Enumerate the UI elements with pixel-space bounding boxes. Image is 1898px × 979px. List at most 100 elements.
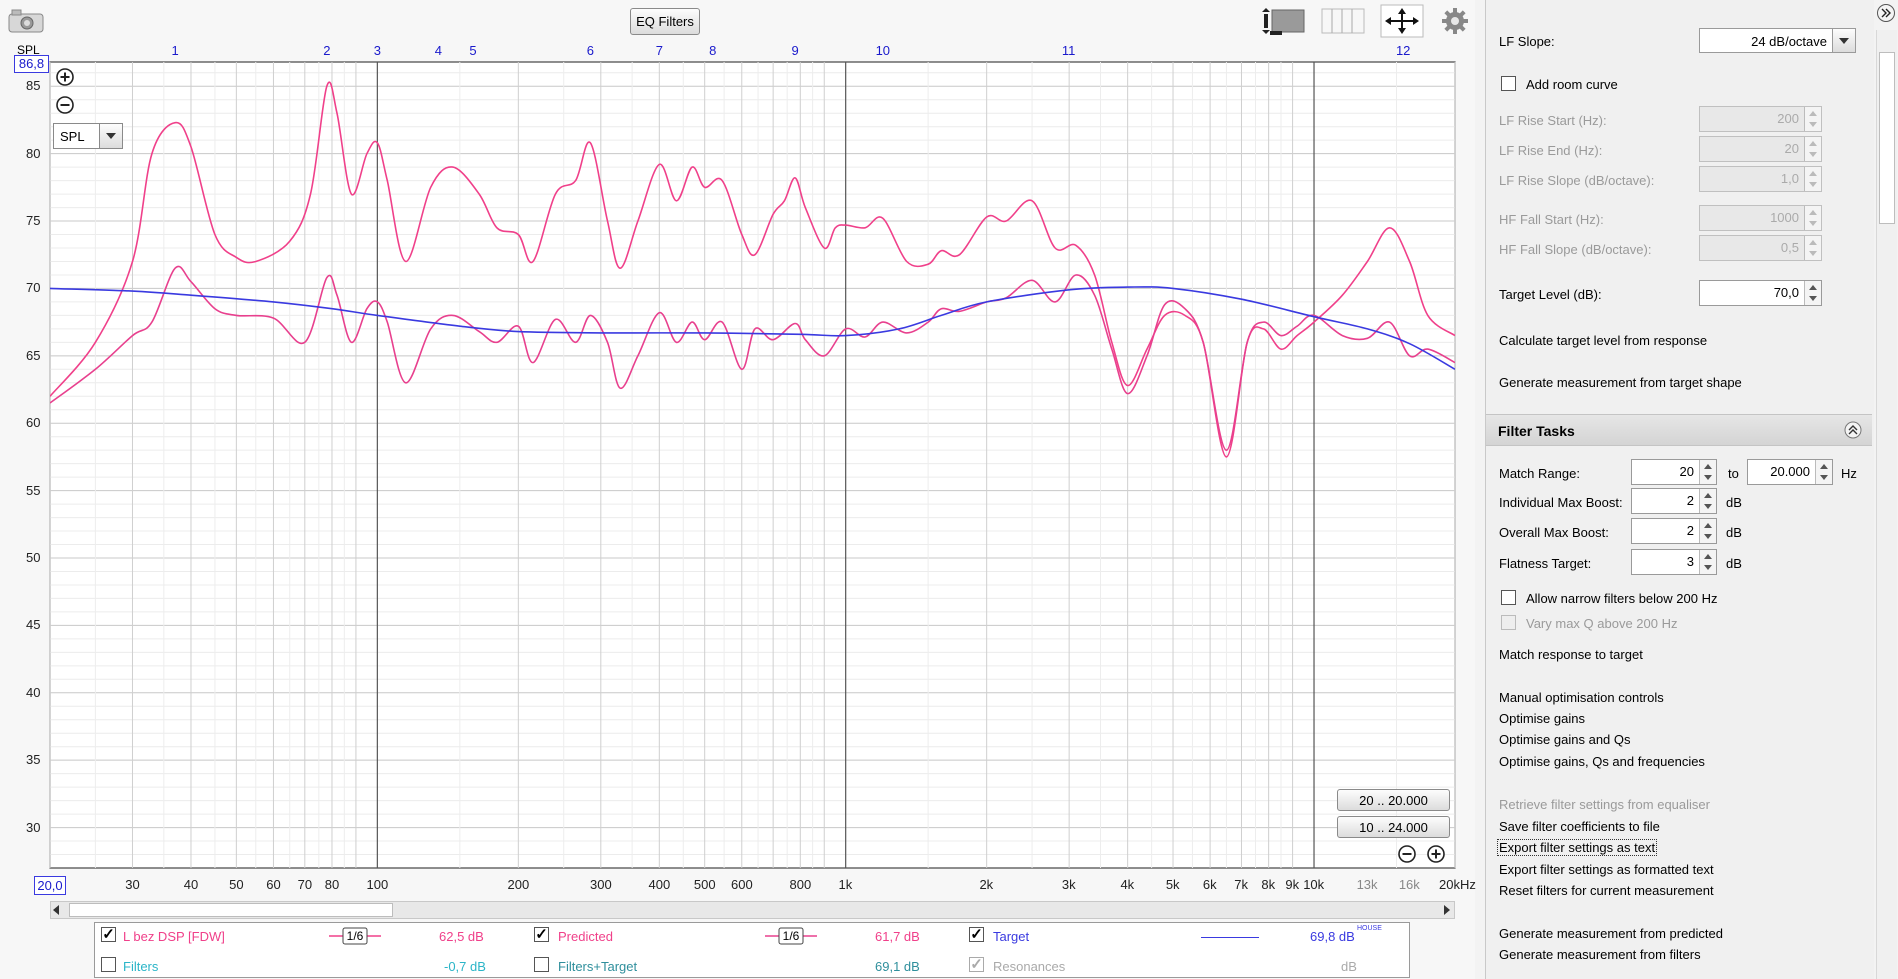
spinner-icon[interactable]: [1815, 460, 1832, 484]
filter-marker[interactable]: 8: [709, 43, 716, 58]
export-formatted-action[interactable]: Export filter settings as formatted text: [1499, 862, 1714, 877]
panel-scroll-thumb[interactable]: [1879, 52, 1895, 224]
match-response-action[interactable]: Match response to target: [1499, 647, 1643, 662]
filter-marker[interactable]: 9: [792, 43, 799, 58]
filter-marker[interactable]: 11: [1062, 43, 1076, 58]
target-checkbox[interactable]: ✓: [969, 927, 984, 942]
generate-from-filters-action[interactable]: Generate measurement from filters: [1499, 947, 1701, 962]
spinner-icon[interactable]: [1699, 519, 1716, 543]
frequency-response-plot[interactable]: [0, 0, 1475, 979]
add-room-curve-label[interactable]: Add room curve: [1526, 77, 1618, 92]
columns-icon[interactable]: [1320, 6, 1366, 36]
filter-marker[interactable]: 5: [469, 43, 476, 58]
flatness-target-label: Flatness Target:: [1499, 556, 1592, 571]
spinner-icon[interactable]: [1804, 167, 1821, 191]
calculate-target-level-action[interactable]: Calculate target level from response: [1499, 333, 1707, 348]
target-level-input[interactable]: 70,0: [1699, 280, 1822, 306]
spinner-icon[interactable]: [1804, 206, 1821, 230]
flatness-target-input[interactable]: 3: [1631, 549, 1717, 575]
filter-marker[interactable]: 6: [587, 43, 594, 58]
graph-area: EQ Filters SPL 86,8 20,0 85 80 75 70 65 60 55 5…: [0, 0, 1476, 979]
filter-marker[interactable]: 4: [435, 43, 442, 58]
vary-max-q-checkbox[interactable]: [1501, 615, 1516, 630]
resonances-name[interactable]: Resonances: [993, 959, 1065, 974]
zoom-in-x-icon[interactable]: [1427, 845, 1445, 863]
vary-max-q-label[interactable]: Vary max Q above 200 Hz: [1526, 616, 1678, 631]
allow-narrow-label[interactable]: Allow narrow filters below 200 Hz: [1526, 591, 1717, 606]
overall-max-boost-input[interactable]: 2: [1631, 518, 1717, 544]
spinner-icon[interactable]: [1699, 489, 1716, 513]
x-start-value[interactable]: 20,0: [34, 876, 66, 895]
resonances-checkbox[interactable]: ✓: [969, 957, 984, 972]
scroll-right-icon[interactable]: [1444, 905, 1450, 915]
chevron-down-icon[interactable]: [1832, 29, 1855, 52]
y-tick-label: 75: [26, 213, 41, 229]
measurement-checkbox[interactable]: ✓: [101, 927, 116, 942]
range-10-24000-button[interactable]: 10 .. 24.000: [1337, 816, 1450, 838]
camera-icon[interactable]: [8, 8, 45, 34]
settings-gear-icon[interactable]: [1440, 6, 1470, 36]
retrieve-settings-action[interactable]: Retrieve filter settings from equaliser: [1499, 797, 1710, 812]
predicted-checkbox[interactable]: ✓: [534, 927, 549, 942]
panel-vertical-scrollbar[interactable]: [1876, 30, 1897, 979]
hf-fall-slope-input[interactable]: 0,5: [1699, 235, 1822, 261]
lf-slope-select[interactable]: 24 dB/octave: [1699, 28, 1856, 53]
filters-checkbox[interactable]: [101, 957, 116, 972]
optimise-gains-qs-action[interactable]: Optimise gains and Qs: [1499, 732, 1631, 747]
spinner-icon[interactable]: [1804, 281, 1821, 305]
add-room-curve-checkbox[interactable]: [1501, 76, 1516, 91]
generate-from-predicted-action[interactable]: Generate measurement from predicted: [1499, 926, 1723, 941]
spinner-icon[interactable]: [1699, 460, 1716, 484]
layout-toggle-icon[interactable]: [1258, 6, 1308, 36]
lf-rise-slope-input[interactable]: 1,0: [1699, 166, 1822, 192]
allow-narrow-checkbox[interactable]: [1501, 590, 1516, 605]
target-name[interactable]: Target: [993, 929, 1029, 944]
expand-panel-icon[interactable]: [1876, 3, 1896, 23]
optimise-gains-action[interactable]: Optimise gains: [1499, 711, 1585, 726]
filter-marker[interactable]: 7: [656, 43, 663, 58]
individual-max-boost-input[interactable]: 2: [1631, 488, 1717, 514]
chevron-down-icon[interactable]: [99, 124, 122, 148]
spinner-icon[interactable]: [1804, 236, 1821, 260]
filters-name[interactable]: Filters: [123, 959, 158, 974]
filter-marker[interactable]: 12: [1396, 43, 1410, 58]
zoom-out-icon[interactable]: [56, 96, 74, 114]
filter-tasks-header[interactable]: Filter Tasks: [1486, 414, 1872, 446]
lf-rise-start-input[interactable]: 200: [1699, 106, 1822, 132]
filters-target-name[interactable]: Filters+Target: [558, 959, 637, 974]
y-top-value[interactable]: 86,8: [14, 55, 49, 73]
filter-marker[interactable]: 3: [374, 43, 381, 58]
match-range-from-input[interactable]: 20: [1631, 459, 1717, 485]
filter-marker[interactable]: 2: [323, 43, 330, 58]
zoom-in-icon[interactable]: [56, 68, 74, 86]
measurement-name[interactable]: L bez DSP [FDW]: [123, 929, 225, 944]
export-text-action[interactable]: Export filter settings as text: [1497, 839, 1658, 856]
horizontal-scrollbar[interactable]: [50, 901, 1455, 919]
generate-from-target-action[interactable]: Generate measurement from target shape: [1499, 375, 1742, 390]
lf-rise-end-input[interactable]: 20: [1699, 136, 1822, 162]
filters-target-checkbox[interactable]: [534, 957, 549, 972]
scroll-left-icon[interactable]: [53, 905, 59, 915]
manual-optimisation-action[interactable]: Manual optimisation controls: [1499, 690, 1664, 705]
predicted-smoothing-icon[interactable]: 1/6: [765, 927, 817, 945]
spinner-icon[interactable]: [1699, 550, 1716, 574]
hf-fall-start-input[interactable]: 1000: [1699, 205, 1822, 231]
match-range-to-input[interactable]: 20.000: [1747, 459, 1833, 485]
reset-filters-action[interactable]: Reset filters for current measurement: [1499, 883, 1714, 898]
filter-marker[interactable]: 10: [876, 43, 890, 58]
spinner-icon[interactable]: [1804, 137, 1821, 161]
save-coefficients-action[interactable]: Save filter coefficients to file: [1499, 819, 1660, 834]
x-tick-label: 1k: [838, 877, 853, 892]
spinner-icon[interactable]: [1804, 107, 1821, 131]
filter-marker[interactable]: 1: [172, 43, 179, 58]
collapse-icon[interactable]: [1844, 421, 1862, 439]
range-20-20000-button[interactable]: 20 .. 20.000: [1337, 789, 1450, 811]
spl-selector[interactable]: SPL: [53, 123, 123, 149]
predicted-name[interactable]: Predicted: [558, 929, 613, 944]
zoom-out-x-icon[interactable]: [1398, 845, 1416, 863]
scroll-thumb[interactable]: [69, 903, 393, 917]
move-arrows-icon[interactable]: [1380, 4, 1424, 38]
optimise-gains-qs-freq-action[interactable]: Optimise gains, Qs and frequencies: [1499, 754, 1705, 769]
measurement-smoothing-icon[interactable]: 1/6: [329, 927, 381, 945]
eq-filters-button[interactable]: EQ Filters: [630, 8, 700, 35]
